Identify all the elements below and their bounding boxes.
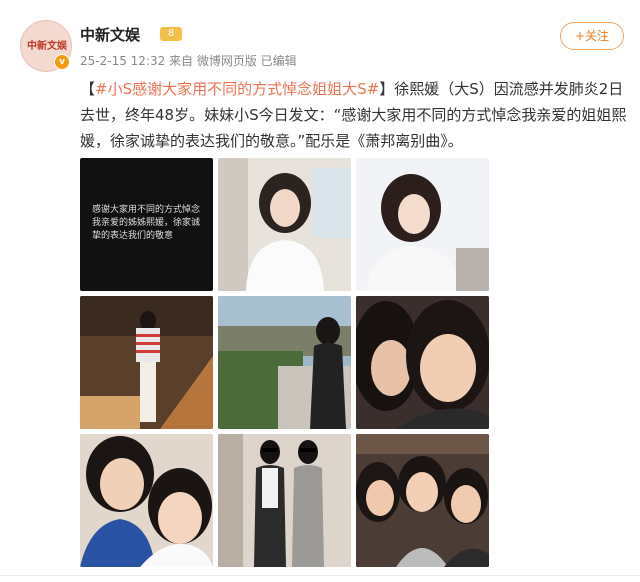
image-7-photo xyxy=(80,434,213,567)
image-8[interactable] xyxy=(218,434,351,567)
hashtag-link[interactable]: #小S感谢大家用不同的方式悼念姐姐大S# xyxy=(95,80,379,98)
image-7[interactable] xyxy=(80,434,213,567)
avatar-logo-text: 中新文娱 xyxy=(27,41,67,52)
divider xyxy=(0,575,640,576)
post-meta: 25-2-15 12:32 来自 微博网页版 已编辑 xyxy=(80,54,297,68)
image-3-photo xyxy=(356,158,489,291)
image-9-photo xyxy=(356,434,489,567)
weibo-post: 中新文娱 v 中新文娱 8 25-2-15 12:32 来自 微博网页版 已编辑… xyxy=(0,0,640,582)
account-name[interactable]: 中新文娱 xyxy=(80,24,140,45)
image-4-photo xyxy=(80,296,213,429)
image-1[interactable]: 感谢大家用不同的方式悼念我亲爱的姊姊熙媛，徐家诚挚的表达我们的敬意 xyxy=(80,158,213,291)
post-text: 【#小S感谢大家用不同的方式悼念姐姐大S#】徐熙媛（大S）因流感并发肺炎2日去世… xyxy=(80,80,627,150)
image-6-photo xyxy=(356,296,489,429)
verified-icon: v xyxy=(54,54,70,70)
level-badge: 8 xyxy=(160,27,182,41)
image-2[interactable] xyxy=(218,158,351,291)
image-5-photo xyxy=(218,296,351,429)
image-8-photo xyxy=(218,434,351,567)
image-grid: 感谢大家用不同的方式悼念我亲爱的姊姊熙媛，徐家诚挚的表达我们的敬意 xyxy=(80,158,490,570)
image-5[interactable] xyxy=(218,296,351,429)
follow-button[interactable]: +关注 xyxy=(560,22,624,50)
image-2-photo xyxy=(218,158,351,291)
image-9[interactable] xyxy=(356,434,489,567)
image-3[interactable] xyxy=(356,158,489,291)
image-6[interactable] xyxy=(356,296,489,429)
image-1-caption: 感谢大家用不同的方式悼念我亲爱的姊姊熙媛，徐家诚挚的表达我们的敬意 xyxy=(92,205,201,241)
image-4[interactable] xyxy=(80,296,213,429)
